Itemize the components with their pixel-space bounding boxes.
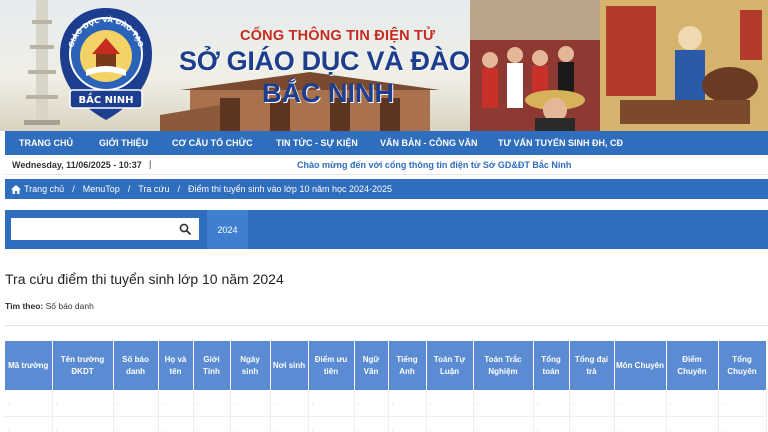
table-cell: . bbox=[473, 390, 534, 417]
col-header-priority-score: Điểm ưu tiên bbox=[308, 341, 355, 390]
home-icon bbox=[11, 184, 21, 194]
table-cell: . bbox=[569, 416, 615, 432]
nav-item-news[interactable]: TIN TỨC - SỰ KIỆN bbox=[276, 138, 358, 148]
table-row: . . . . . . . . . . . . . . . . . bbox=[5, 390, 767, 417]
tab-year-2024[interactable]: 2024 bbox=[207, 210, 248, 249]
col-header-gender: Giới Tính bbox=[193, 341, 231, 390]
nav-item-admission-advice[interactable]: TƯ VẤN TUYỂN SINH ĐH, CĐ bbox=[498, 138, 623, 148]
col-header-birthplace: Nơi sinh bbox=[270, 341, 309, 390]
table-cell: . bbox=[193, 390, 231, 417]
table-cell: . bbox=[569, 390, 615, 417]
filter-label: Tìm theo: bbox=[5, 301, 44, 311]
breadcrumb-separator: / bbox=[127, 184, 131, 194]
info-bar: Wednesday, 11/06/2025 - 10:37 | Chào mừn… bbox=[5, 155, 768, 175]
col-header-candidate-number: Số báo danh bbox=[113, 341, 159, 390]
table-cell: . bbox=[426, 416, 474, 432]
col-header-birth-date: Ngày sinh bbox=[230, 341, 271, 390]
table-cell: . bbox=[388, 416, 427, 432]
results-table-wrapper: Mã trường Tên trường ĐKDT Số báo danh Họ… bbox=[5, 341, 768, 432]
col-header-math-multiple-choice: Toán Trắc Nghiệm bbox=[473, 341, 534, 390]
breadcrumb-home-label: Trang chủ bbox=[24, 184, 65, 194]
results-table: Mã trường Tên trường ĐKDT Số báo danh Họ… bbox=[5, 341, 767, 432]
col-header-specialized-score: Điểm Chuyên bbox=[666, 341, 719, 390]
table-cell: . bbox=[533, 390, 570, 417]
school-logo: GIÁO DỤC VÀ ĐÀO TẠO BẮC NINH bbox=[60, 8, 152, 120]
table-cell: . bbox=[5, 390, 53, 417]
table-cell: . bbox=[426, 390, 474, 417]
table-cell: . bbox=[308, 390, 355, 417]
table-cell: . bbox=[614, 390, 667, 417]
col-header-general-total: Tổng đại trà bbox=[569, 341, 615, 390]
table-cell: . bbox=[193, 416, 231, 432]
col-header-literature: Ngữ Văn bbox=[354, 341, 389, 390]
table-header-row: Mã trường Tên trường ĐKDT Số báo danh Họ… bbox=[5, 341, 767, 390]
folk-painting-image bbox=[600, 0, 768, 131]
table-cell: . bbox=[533, 416, 570, 432]
table-cell: . bbox=[270, 416, 309, 432]
table-cell: . bbox=[113, 390, 159, 417]
table-cell: . bbox=[308, 416, 355, 432]
table-cell: . bbox=[666, 390, 719, 417]
table-cell: . bbox=[158, 416, 194, 432]
table-cell: . bbox=[354, 416, 389, 432]
table-cell: . bbox=[270, 390, 309, 417]
table-cell: . bbox=[666, 416, 719, 432]
nav-item-about[interactable]: GIỚI THIỆU bbox=[99, 138, 148, 148]
breadcrumb: Trang chủ / MenuTop / Tra cứu / Điểm thi… bbox=[5, 179, 768, 199]
col-header-school-code: Mã trường bbox=[5, 341, 53, 390]
col-header-math-essay: Toán Tự Luận bbox=[426, 341, 474, 390]
nav-item-home[interactable]: TRANG CHỦ bbox=[19, 138, 73, 148]
info-separator: | bbox=[149, 159, 152, 169]
site-title-province: BẮC NINH bbox=[262, 78, 394, 108]
breadcrumb-current[interactable]: Điểm thi tuyển sinh vào lớp 10 năm học 2… bbox=[188, 184, 392, 194]
table-cell: . bbox=[718, 416, 767, 432]
search-filter: Tìm theo: Số báo danh bbox=[5, 301, 94, 311]
col-header-specialized-subject: Môn Chuyên bbox=[614, 341, 667, 390]
col-header-full-name: Họ và tên bbox=[158, 341, 194, 390]
breadcrumb-separator: / bbox=[177, 184, 180, 194]
table-cell: . bbox=[473, 416, 534, 432]
search-input[interactable] bbox=[11, 218, 173, 240]
table-cell: . bbox=[230, 416, 271, 432]
search-bar: 2024 bbox=[5, 210, 768, 249]
search-icon[interactable] bbox=[179, 223, 191, 235]
page-title: Tra cứu điểm thi tuyển sinh lớp 10 năm 2… bbox=[5, 271, 284, 287]
table-cell: . bbox=[5, 416, 53, 432]
breadcrumb-lookup[interactable]: Tra cứu bbox=[138, 184, 169, 194]
nav-item-documents[interactable]: VĂN BẢN - CÔNG VĂN bbox=[380, 138, 478, 148]
current-datetime: Wednesday, 11/06/2025 - 10:37 bbox=[12, 160, 142, 170]
breadcrumb-menutop[interactable]: MenuTop bbox=[83, 184, 120, 194]
table-cell: . bbox=[388, 390, 427, 417]
col-header-specialized-total: Tổng Chuyên bbox=[718, 341, 767, 390]
table-cell: . bbox=[52, 390, 114, 417]
table-row: . . . . . . . . . . . . . . . . . bbox=[5, 416, 767, 432]
header-banner: GIÁO DỤC VÀ ĐÀO TẠO BẮC NINH CỔNG THÔNG … bbox=[0, 0, 768, 131]
table-cell: . bbox=[158, 390, 194, 417]
table-cell: . bbox=[52, 416, 114, 432]
table-cell: . bbox=[718, 390, 767, 417]
filter-value[interactable]: Số báo danh bbox=[46, 301, 94, 311]
table-cell: . bbox=[230, 390, 271, 417]
col-header-math-total: Tổng toán bbox=[533, 341, 570, 390]
col-header-english: Tiếng Anh bbox=[388, 341, 427, 390]
breadcrumb-home[interactable]: Trang chủ bbox=[11, 184, 64, 194]
students-photo bbox=[470, 0, 600, 131]
welcome-marquee: Chào mừng đến với cổng thông tin điện tử… bbox=[297, 160, 572, 170]
col-header-school-name: Tên trường ĐKDT bbox=[52, 341, 114, 390]
table-cell: . bbox=[354, 390, 389, 417]
main-nav: TRANG CHỦ GIỚI THIỆU CƠ CẤU TỔ CHỨC TIN … bbox=[5, 131, 768, 155]
search-box bbox=[11, 218, 199, 240]
table-cell: . bbox=[614, 416, 667, 432]
portal-subtitle: CỔNG THÔNG TIN ĐIỆN TỬ bbox=[240, 28, 436, 44]
breadcrumb-separator: / bbox=[72, 184, 75, 194]
content-divider bbox=[5, 325, 768, 326]
table-cell: . bbox=[113, 416, 159, 432]
nav-item-organization[interactable]: CƠ CẤU TỔ CHỨC bbox=[172, 138, 253, 148]
